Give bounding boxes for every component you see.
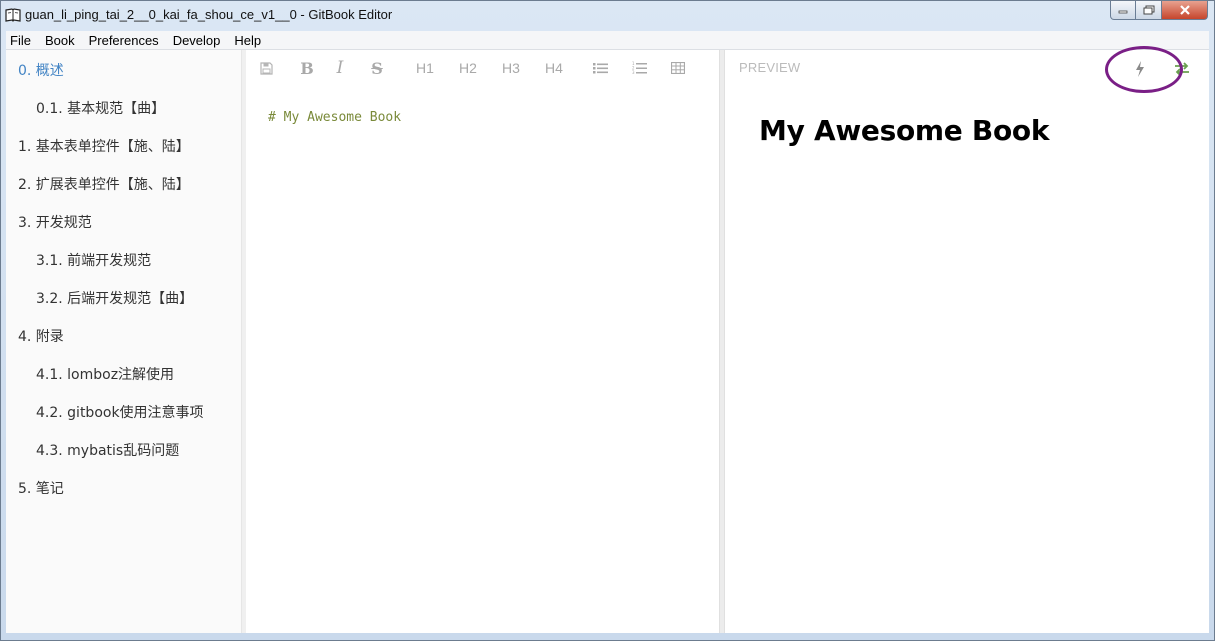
toc-item-dev-spec[interactable]: 3. 开发规范 [18,214,92,232]
toc-item-overview[interactable]: 0. 概述 [18,62,64,80]
table-icon [671,62,685,74]
preview-pane: PREVIEW My Awesome Book [725,46,1209,633]
preview-label: PREVIEW [739,60,801,75]
close-button[interactable] [1162,1,1208,20]
save-icon [259,61,273,75]
editor-toolbar: B I S H1 H2 H3 H4 1 2 3 [246,50,719,86]
toc-item-notes[interactable]: 5. 笔记 [18,480,64,498]
bullet-list-icon [592,63,608,74]
toc-item-extended-form-controls[interactable]: 2. 扩展表单控件【施、陆】 [18,176,190,194]
menu-preferences[interactable]: Preferences [82,31,166,50]
toc-item-appendix[interactable]: 4. 附录 [18,328,64,346]
numbered-list-icon: 1 2 3 [632,61,647,75]
heading1-button[interactable]: H1 [414,58,436,78]
window-title: guan_li_ping_tai_2__0_kai_fa_shou_ce_v1_… [25,7,393,22]
toc-sidebar: 0. 概述 0.1. 基本规范【曲】 1. 基本表单控件【施、陆】 2. 扩展表… [6,50,242,633]
toc-item-gitbook-notes[interactable]: 4.2. gitbook使用注意事项 [36,404,204,422]
restore-icon [1143,5,1154,15]
toc-item-basic-spec[interactable]: 0.1. 基本规范【曲】 [36,100,165,118]
menu-book[interactable]: Book [38,31,82,50]
annotation-circle [1105,46,1183,93]
strikethrough-button[interactable]: S [368,58,386,78]
toc-item-frontend-spec[interactable]: 3.1. 前端开发规范 [36,252,151,270]
heading2-button[interactable]: H2 [457,58,479,78]
bullet-list-button[interactable] [592,58,608,78]
toc-item-mybatis[interactable]: 4.3. mybatis乱码问题 [36,442,179,460]
app-window: guan_li_ping_tai_2__0_kai_fa_shou_ce_v1_… [0,0,1215,641]
window-controls [1110,1,1208,21]
save-button[interactable] [258,58,274,78]
numbered-list-button[interactable]: 1 2 3 [631,58,647,78]
close-icon [1179,5,1190,15]
heading3-button[interactable]: H3 [500,58,522,78]
main-content: 0. 概述 0.1. 基本规范【曲】 1. 基本表单控件【施、陆】 2. 扩展表… [6,46,1209,633]
heading4-button[interactable]: H4 [543,58,565,78]
minimize-button[interactable] [1110,1,1136,20]
menu-help[interactable]: Help [227,31,268,50]
maximize-button[interactable] [1136,1,1162,20]
title-bar[interactable]: guan_li_ping_tai_2__0_kai_fa_shou_ce_v1_… [1,1,1214,31]
table-button[interactable] [670,58,686,78]
menu-file[interactable]: File [6,31,38,50]
toc-item-basic-form-controls[interactable]: 1. 基本表单控件【施、陆】 [18,138,190,156]
book-icon [5,8,21,22]
editor-content[interactable]: # My Awesome Book [268,110,401,125]
toc-item-lomboz[interactable]: 4.1. lomboz注解使用 [36,366,174,384]
preview-heading: My Awesome Book [759,114,1050,147]
svg-text:3: 3 [632,70,635,75]
markdown-editor: B I S H1 H2 H3 H4 1 2 3 # My Awesome Boo… [246,50,719,633]
toc-item-backend-spec[interactable]: 3.2. 后端开发规范【曲】 [36,290,193,308]
window-bottom-border [6,633,1209,637]
menu-develop[interactable]: Develop [166,31,228,50]
menu-bar: File Book Preferences Develop Help [6,31,1209,50]
bold-button[interactable]: B [298,58,316,78]
italic-button[interactable]: I [332,58,348,78]
minimize-icon [1118,10,1128,14]
